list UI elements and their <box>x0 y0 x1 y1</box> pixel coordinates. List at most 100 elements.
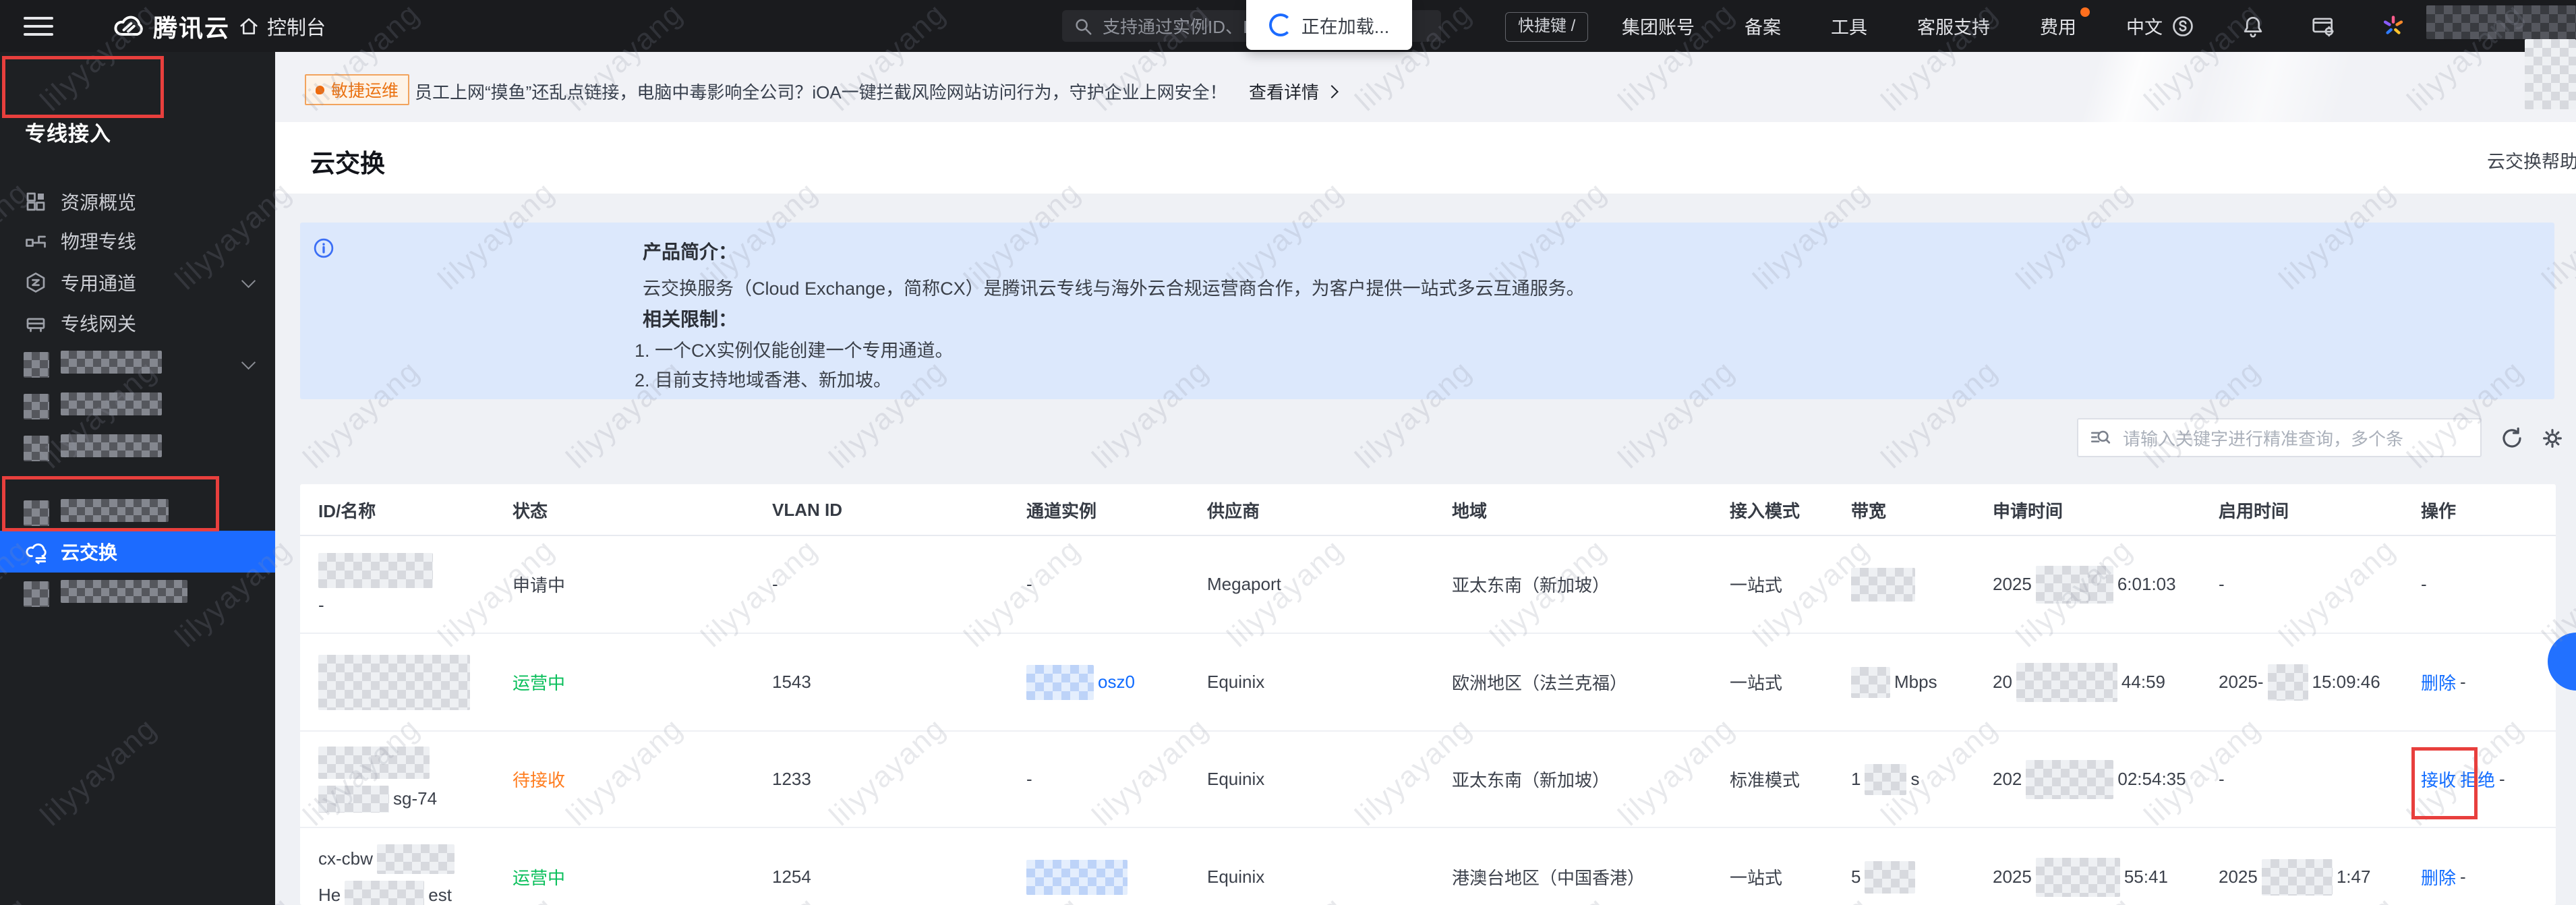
cell-text: - <box>772 574 778 594</box>
cell-line: 运营中 <box>513 865 565 889</box>
column-header-ID/名称: ID/名称 <box>318 501 376 521</box>
sidebar-item-redacted[interactable] <box>0 385 275 427</box>
sidebar-item-redacted[interactable] <box>0 492 275 533</box>
chevron-down-icon <box>241 355 256 370</box>
cell-region: 亚太东南（新加坡） <box>1452 536 1610 633</box>
sidebar-item-专用通道[interactable]: 专用通道 <box>0 262 275 303</box>
cell-text: est <box>428 885 452 905</box>
cell-line: 欧洲地区（法兰克福） <box>1452 670 1627 695</box>
status-badge: 运营中 <box>513 673 566 693</box>
hexagon-icon <box>24 270 48 295</box>
cell-name: sg-74 <box>318 732 437 827</box>
loading-popup: 正在加载... <box>1246 0 1412 50</box>
cell-text: sg-74 <box>393 788 438 809</box>
cell-line: 5 <box>1851 860 1916 894</box>
cell-bandwidth: Mbps <box>1851 634 1937 730</box>
redacted-label-mosaic <box>61 498 169 527</box>
cell-mode: 标准模式 <box>1730 732 1800 827</box>
sidebar-item-专线网关[interactable]: 专线网关 <box>0 302 275 344</box>
sidebar-item-label: 云交换 <box>61 542 118 563</box>
brand-logo[interactable]: 腾讯云 <box>110 0 230 52</box>
redacted-mosaic <box>1865 763 1907 795</box>
cell-line: 运营中 <box>513 670 565 695</box>
gear-icon[interactable] <box>2540 426 2565 451</box>
console-link[interactable]: 控制台 <box>237 0 326 52</box>
redacted-mosaic <box>318 746 430 779</box>
spark-colorful-icon[interactable] <box>2380 13 2406 39</box>
column-header-VLAN ID: VLAN ID <box>772 500 842 520</box>
cell-line: 标准模式 <box>1730 767 1800 792</box>
sidebar-item-资源概览[interactable]: 资源概览 <box>0 181 275 223</box>
intro-limit-item: 2. 目前支持地域香港、新加坡。 <box>635 370 892 390</box>
loading-spinner-icon <box>1268 13 1292 36</box>
sidebar-item-label: 资源概览 <box>61 192 137 213</box>
console-label: 控制台 <box>267 17 326 39</box>
cell-status: 运营中 <box>513 634 565 730</box>
cell-line <box>1851 567 1915 602</box>
action-link-拒绝[interactable]: 拒绝 <box>2460 767 2495 792</box>
action-link-删除[interactable]: 删除 <box>2421 865 2456 889</box>
cell-line: 港澳台地区（中国香港） <box>1452 865 1645 889</box>
column-header-带宽: 带宽 <box>1851 501 1887 521</box>
cell-text: - <box>2421 574 2427 594</box>
cell-text: 2025 <box>1993 574 2032 594</box>
cell-vendor: Equinix <box>1207 828 1264 905</box>
redacted-label-mosaic <box>61 350 162 378</box>
sidebar-item-redacted[interactable] <box>0 343 275 385</box>
topbar-nav-item-工具[interactable]: 工具 <box>1831 13 1867 39</box>
cell-line: 2025 55:41 <box>1993 857 2168 897</box>
cell-text: Equinix <box>1207 769 1265 789</box>
cell-vendor: Equinix <box>1207 732 1264 827</box>
help-doc-link[interactable]: 云交换帮助文 <box>2487 147 2576 173</box>
redacted-label-mosaic <box>61 434 162 462</box>
topbar-nav-item-客服支持[interactable]: 客服支持 <box>1917 13 1990 39</box>
cell-line: - <box>772 574 778 595</box>
table-search-input[interactable]: 请输入关键字进行精准查询，多个条 <box>2077 418 2482 457</box>
cell-line: 2025 1:47 <box>2219 858 2370 896</box>
action-link-osz0[interactable]: osz0 <box>1098 672 1135 693</box>
cell-text: - <box>2219 769 2225 789</box>
topbar-nav-item-中文[interactable]: 中文 <box>2126 13 2163 39</box>
cell-text: - <box>318 595 324 615</box>
cell-line: 一站式 <box>1730 670 1782 695</box>
sidebar-item-redacted[interactable] <box>0 427 275 469</box>
cell-channel: osz0 <box>1026 634 1135 730</box>
shortcut-key-button[interactable]: 快捷键 / <box>1505 12 1589 42</box>
notice-badge-label: 敏捷运维 <box>331 82 399 100</box>
cell-text: 20 <box>1993 672 2012 692</box>
cell-text: 亚太东南（新加坡） <box>1452 770 1610 790</box>
cell-text: 2025 <box>1993 867 2032 887</box>
sidebar-item-redacted[interactable] <box>0 573 275 614</box>
cell-text: 一站式 <box>1730 868 1783 888</box>
topbar-nav-item-费用[interactable]: 费用 <box>2040 7 2090 39</box>
console-settings-icon[interactable] <box>2310 13 2336 39</box>
notice-detail-link[interactable]: 查看详情 <box>1249 79 1339 104</box>
table-row: sg-74 待接收 1233- Equinix 亚太东南（新加坡） 标准模式 1 s 202 02… <box>300 732 2556 828</box>
refresh-icon[interactable] <box>2499 426 2525 451</box>
sidebar-item-label: 专线网关 <box>61 314 137 334</box>
redacted-icon-mosaic <box>24 500 49 526</box>
action-link-接收[interactable]: 接收 <box>2421 767 2456 792</box>
cell-enable_time: 2025- 15:09:46 <box>2219 634 2380 730</box>
cell-line: - <box>2219 574 2225 595</box>
bell-icon[interactable] <box>2240 13 2266 39</box>
circle-s-icon[interactable] <box>2170 13 2196 39</box>
topbar-nav-item-集团账号[interactable]: 集团账号 <box>1622 13 1695 39</box>
cell-text: 202 <box>1993 769 2022 789</box>
cell-line: - <box>1026 769 1032 790</box>
cell-enable_time: 2025 1:47 <box>2219 828 2370 905</box>
topbar-nav-item-备案[interactable]: 备案 <box>1745 13 1781 39</box>
cell-text: 55:41 <box>2124 867 2168 887</box>
column-header-通道实例: 通道实例 <box>1026 501 1097 521</box>
sidebar-item-云交换[interactable]: 云交换 <box>0 531 275 573</box>
notice-text: 员工上网“摸鱼”还乱点链接，电脑中毒影响全公司？iOA一键拦截风险网站访问行为，… <box>415 82 1227 103</box>
cell-line: 申请中 <box>513 572 565 597</box>
cell-enable_time: - <box>2219 732 2225 827</box>
redacted-mosaic <box>1851 666 1890 698</box>
cell-text: - <box>2460 867 2466 887</box>
hamburger-menu-icon[interactable] <box>24 17 53 36</box>
action-link-删除[interactable]: 删除 <box>2421 670 2456 695</box>
sidebar-item-物理专线[interactable]: 物理专线 <box>0 220 275 262</box>
cell-text: Mbps <box>1894 672 1937 692</box>
cell-text: - <box>2460 672 2466 692</box>
